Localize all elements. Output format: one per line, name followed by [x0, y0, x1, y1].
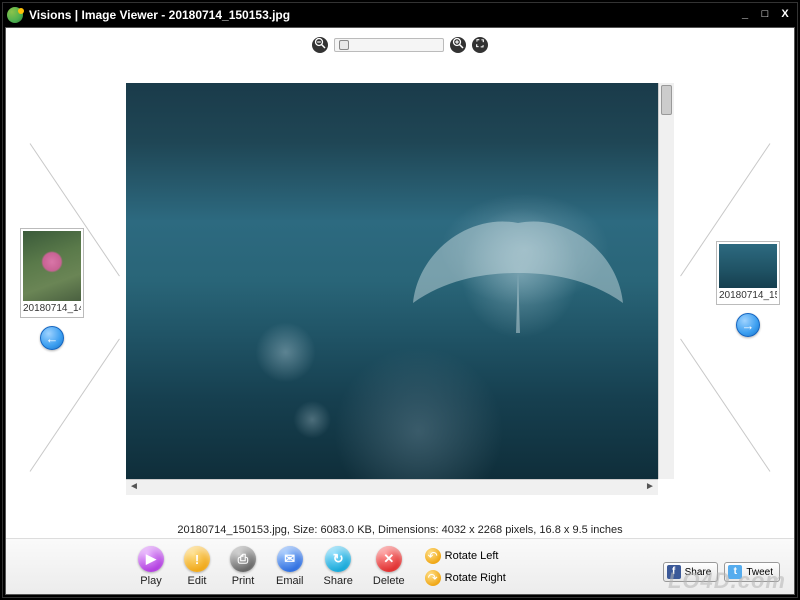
hscroll-right-icon[interactable]: ► — [642, 480, 658, 495]
fit-screen-icon[interactable]: ⛶ — [472, 37, 488, 53]
hscroll-left-icon[interactable]: ◄ — [126, 480, 142, 495]
twitter-icon: t — [728, 565, 742, 579]
image-subject — [408, 193, 628, 343]
app-icon — [7, 7, 23, 23]
play-icon: ▶ — [138, 546, 164, 572]
minimize-button[interactable]: _ — [737, 8, 753, 22]
zoom-slider[interactable] — [334, 38, 444, 52]
facebook-icon: f — [667, 565, 681, 579]
prev-thumb[interactable]: 20180714_14030... — [20, 228, 84, 318]
next-button[interactable]: → — [736, 313, 760, 337]
next-thumb[interactable]: 20180714_15020... — [716, 241, 780, 305]
facebook-share-button[interactable]: f Share — [663, 562, 719, 582]
prev-thumb-image — [23, 231, 81, 301]
delete-icon: ✕ — [376, 546, 402, 572]
zoom-out-icon[interactable] — [312, 37, 328, 53]
viewer-area: 20180714_14030... ← — [6, 58, 794, 520]
vertical-scroll-thumb[interactable] — [661, 85, 672, 115]
next-thumb-label: 20180714_15020... — [719, 288, 777, 302]
arrow-right-icon: → — [742, 318, 755, 333]
next-panel: 20180714_15020... → — [710, 241, 786, 337]
arrow-left-icon: ← — [46, 331, 59, 346]
share-button[interactable]: ↻ Share — [324, 546, 353, 587]
social-buttons: f Share t Tweet — [663, 562, 780, 582]
bottom-toolbar: ▶ Play ! Edit ⎙ Print ✉ Email ↻ Share — [6, 538, 794, 594]
window-controls: _ □ X — [737, 8, 793, 22]
zoom-toolbar: ⛶ — [6, 28, 794, 58]
titlebar[interactable]: Visions | Image Viewer - 20180714_150153… — [3, 3, 797, 27]
delete-button[interactable]: ✕ Delete — [373, 546, 405, 587]
tweet-button[interactable]: t Tweet — [724, 562, 780, 582]
horizontal-scrollbar[interactable]: ◄ ► — [126, 479, 658, 495]
action-buttons: ▶ Play ! Edit ⎙ Print ✉ Email ↻ Share — [138, 546, 405, 587]
image-info: 20180714_150153.jpg, Size: 6083.0 KB, Di… — [6, 520, 794, 538]
rotate-left-icon: ↶ — [425, 548, 441, 564]
rotate-right-icon: ↷ — [425, 570, 441, 586]
play-button[interactable]: ▶ Play — [138, 546, 164, 587]
prev-button[interactable]: ← — [40, 326, 64, 350]
print-button[interactable]: ⎙ Print — [230, 546, 256, 587]
app-window: Visions | Image Viewer - 20180714_150153… — [2, 2, 798, 598]
print-icon: ⎙ — [230, 546, 256, 572]
email-button[interactable]: ✉ Email — [276, 546, 304, 587]
zoom-slider-thumb[interactable] — [339, 40, 349, 50]
email-icon: ✉ — [277, 546, 303, 572]
edit-button[interactable]: ! Edit — [184, 546, 210, 587]
close-button[interactable]: X — [777, 8, 793, 22]
client-area: ⛶ 20180714_14030... ← — [5, 27, 795, 595]
share-icon: ↻ — [325, 546, 351, 572]
next-thumb-image — [719, 244, 777, 288]
window-title: Visions | Image Viewer - 20180714_150153… — [29, 8, 737, 22]
prev-thumb-label: 20180714_14030... — [23, 301, 81, 315]
vertical-scrollbar[interactable] — [658, 83, 674, 479]
rotate-left-button[interactable]: ↶ Rotate Left — [425, 548, 506, 564]
zoom-in-icon[interactable] — [450, 37, 466, 53]
edit-icon: ! — [184, 546, 210, 572]
rotate-right-button[interactable]: ↷ Rotate Right — [425, 570, 506, 586]
maximize-button[interactable]: □ — [757, 8, 773, 22]
rotate-group: ↶ Rotate Left ↷ Rotate Right — [425, 548, 506, 586]
main-image[interactable] — [126, 83, 658, 479]
prev-panel: 20180714_14030... ← — [14, 228, 90, 350]
main-image-container: ◄ ► — [126, 83, 674, 495]
